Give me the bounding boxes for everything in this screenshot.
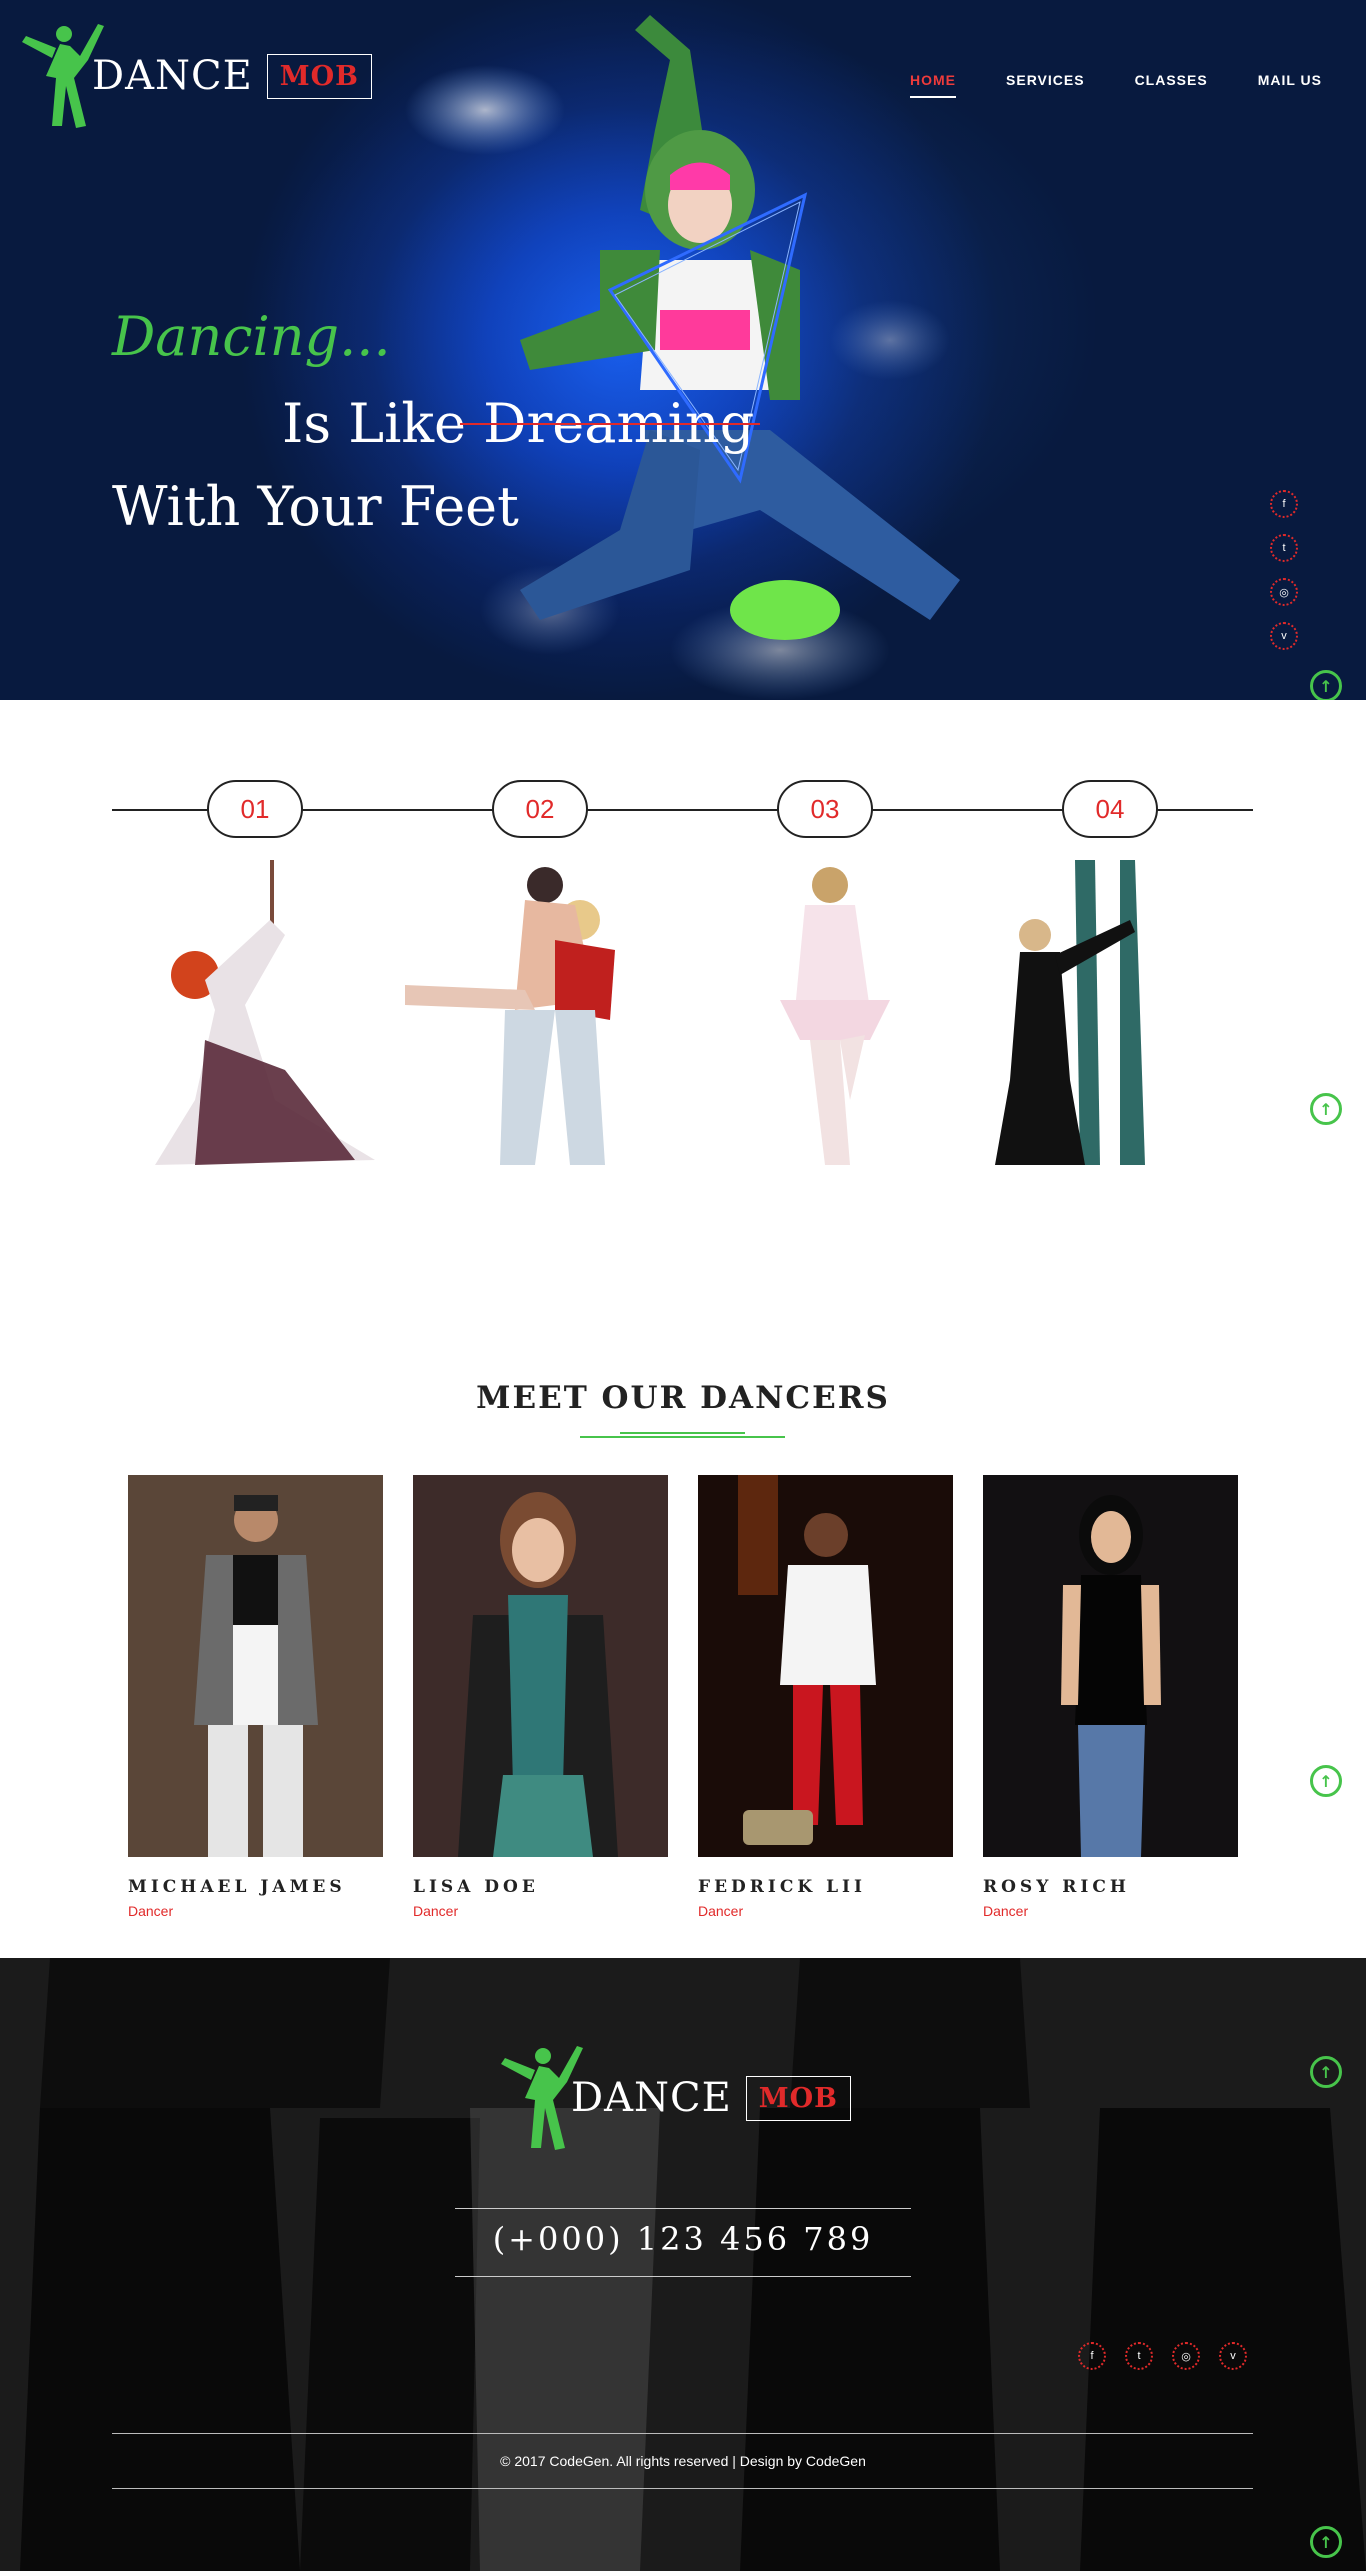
site-logo[interactable]: DANCE MOB <box>16 16 372 136</box>
footer-social-links: f t ◎ v <box>1078 2342 1247 2370</box>
dancer-role: Dancer <box>983 1903 1029 1919</box>
dancer-card[interactable]: FEDRICK LII Dancer <box>698 1475 953 1919</box>
step-number-1: 01 <box>207 780 303 838</box>
dancer-card[interactable]: ROSY RICH Dancer <box>983 1475 1238 1919</box>
footer-logo[interactable]: DANCE MOB <box>495 2038 851 2158</box>
footer: DANCE MOB (+000) 123 456 789 f t ◎ v © 2… <box>0 1958 1366 2571</box>
logo-box: MOB <box>745 2075 851 2121</box>
nav-mail-us[interactable]: MAIL US <box>1258 72 1322 98</box>
step-number-4: 04 <box>1062 780 1158 838</box>
dribbble-icon[interactable]: ◎ <box>1270 578 1298 606</box>
step-image-1 <box>155 860 375 1165</box>
phone-number[interactable]: (+000) 123 456 789 <box>0 2220 1366 2258</box>
scroll-top-button[interactable]: ↑ <box>1310 1093 1342 1125</box>
main-nav: HOME SERVICES CLASSES MAIL US <box>910 72 1322 98</box>
title-underline <box>580 1436 785 1438</box>
dancer-photo <box>983 1475 1238 1857</box>
logo-word: DANCE <box>571 2075 732 2121</box>
arrow-up-icon: ↑ <box>1319 1771 1333 1791</box>
hero-section: DANCE MOB HOME SERVICES CLASSES MAIL US … <box>0 0 1366 700</box>
scroll-top-button[interactable]: ↑ <box>1310 670 1342 700</box>
dancer-name: ROSY RICH <box>983 1877 1130 1897</box>
dancer-name: MICHAEL JAMES <box>128 1877 346 1897</box>
hero-line-3: With Your Feet <box>112 475 519 538</box>
nav-classes[interactable]: CLASSES <box>1135 72 1208 98</box>
hero-dancer-image <box>405 15 960 700</box>
dancer-card[interactable]: LISA DOE Dancer <box>413 1475 668 1919</box>
copyright-text: © 2017 CodeGen. All rights reserved | De… <box>500 2453 866 2469</box>
dancer-card[interactable]: MICHAEL JAMES Dancer <box>128 1475 383 1919</box>
arrow-up-icon: ↑ <box>1319 676 1333 696</box>
logo-word: DANCE <box>92 53 253 99</box>
dancer-photo <box>413 1475 668 1857</box>
nav-services[interactable]: SERVICES <box>1006 72 1085 98</box>
step-image-3 <box>780 867 890 1165</box>
dancer-name: LISA DOE <box>413 1877 539 1897</box>
dancer-role: Dancer <box>128 1903 174 1919</box>
divider <box>455 2208 911 2209</box>
dribbble-icon[interactable]: ◎ <box>1172 2342 1200 2370</box>
title-underline <box>620 1432 745 1434</box>
dancer-role: Dancer <box>698 1903 744 1919</box>
facebook-icon[interactable]: f <box>1270 490 1298 518</box>
vimeo-icon[interactable]: v <box>1219 2342 1247 2370</box>
team-section: MEET OUR DANCERS MICHAEL JAMES Dancer LI… <box>0 1320 1366 1958</box>
logo-box: MOB <box>266 53 372 99</box>
facebook-icon[interactable]: f <box>1078 2342 1106 2370</box>
step-number-2: 02 <box>492 780 588 838</box>
hero-social-links: f t ◎ v <box>1270 490 1298 650</box>
hero-strike-line <box>460 423 760 425</box>
divider <box>112 2433 1253 2434</box>
step-image-4 <box>995 860 1145 1165</box>
nav-home[interactable]: HOME <box>910 72 957 98</box>
arrow-up-icon: ↑ <box>1319 1099 1333 1119</box>
hero-line-1: Dancing... <box>112 305 391 368</box>
arrow-up-icon: ↑ <box>1319 2532 1333 2552</box>
divider <box>455 2276 911 2277</box>
scroll-top-button[interactable]: ↑ <box>1310 2526 1342 2558</box>
step-number-3: 03 <box>777 780 873 838</box>
divider <box>112 2488 1253 2489</box>
dancer-photo <box>698 1475 953 1857</box>
team-title: MEET OUR DANCERS <box>476 1380 890 1416</box>
scroll-top-button[interactable]: ↑ <box>1310 2056 1342 2088</box>
scroll-top-button[interactable]: ↑ <box>1310 1765 1342 1797</box>
twitter-icon[interactable]: t <box>1125 2342 1153 2370</box>
twitter-icon[interactable]: t <box>1270 534 1298 562</box>
dancer-photo <box>128 1475 383 1857</box>
steps-section: 01 02 03 04 ↑ <box>0 700 1366 1320</box>
step-image-2 <box>405 867 615 1165</box>
dancer-name: FEDRICK LII <box>698 1877 866 1897</box>
dancer-role: Dancer <box>413 1903 459 1919</box>
arrow-up-icon: ↑ <box>1319 2062 1333 2082</box>
vimeo-icon[interactable]: v <box>1270 622 1298 650</box>
